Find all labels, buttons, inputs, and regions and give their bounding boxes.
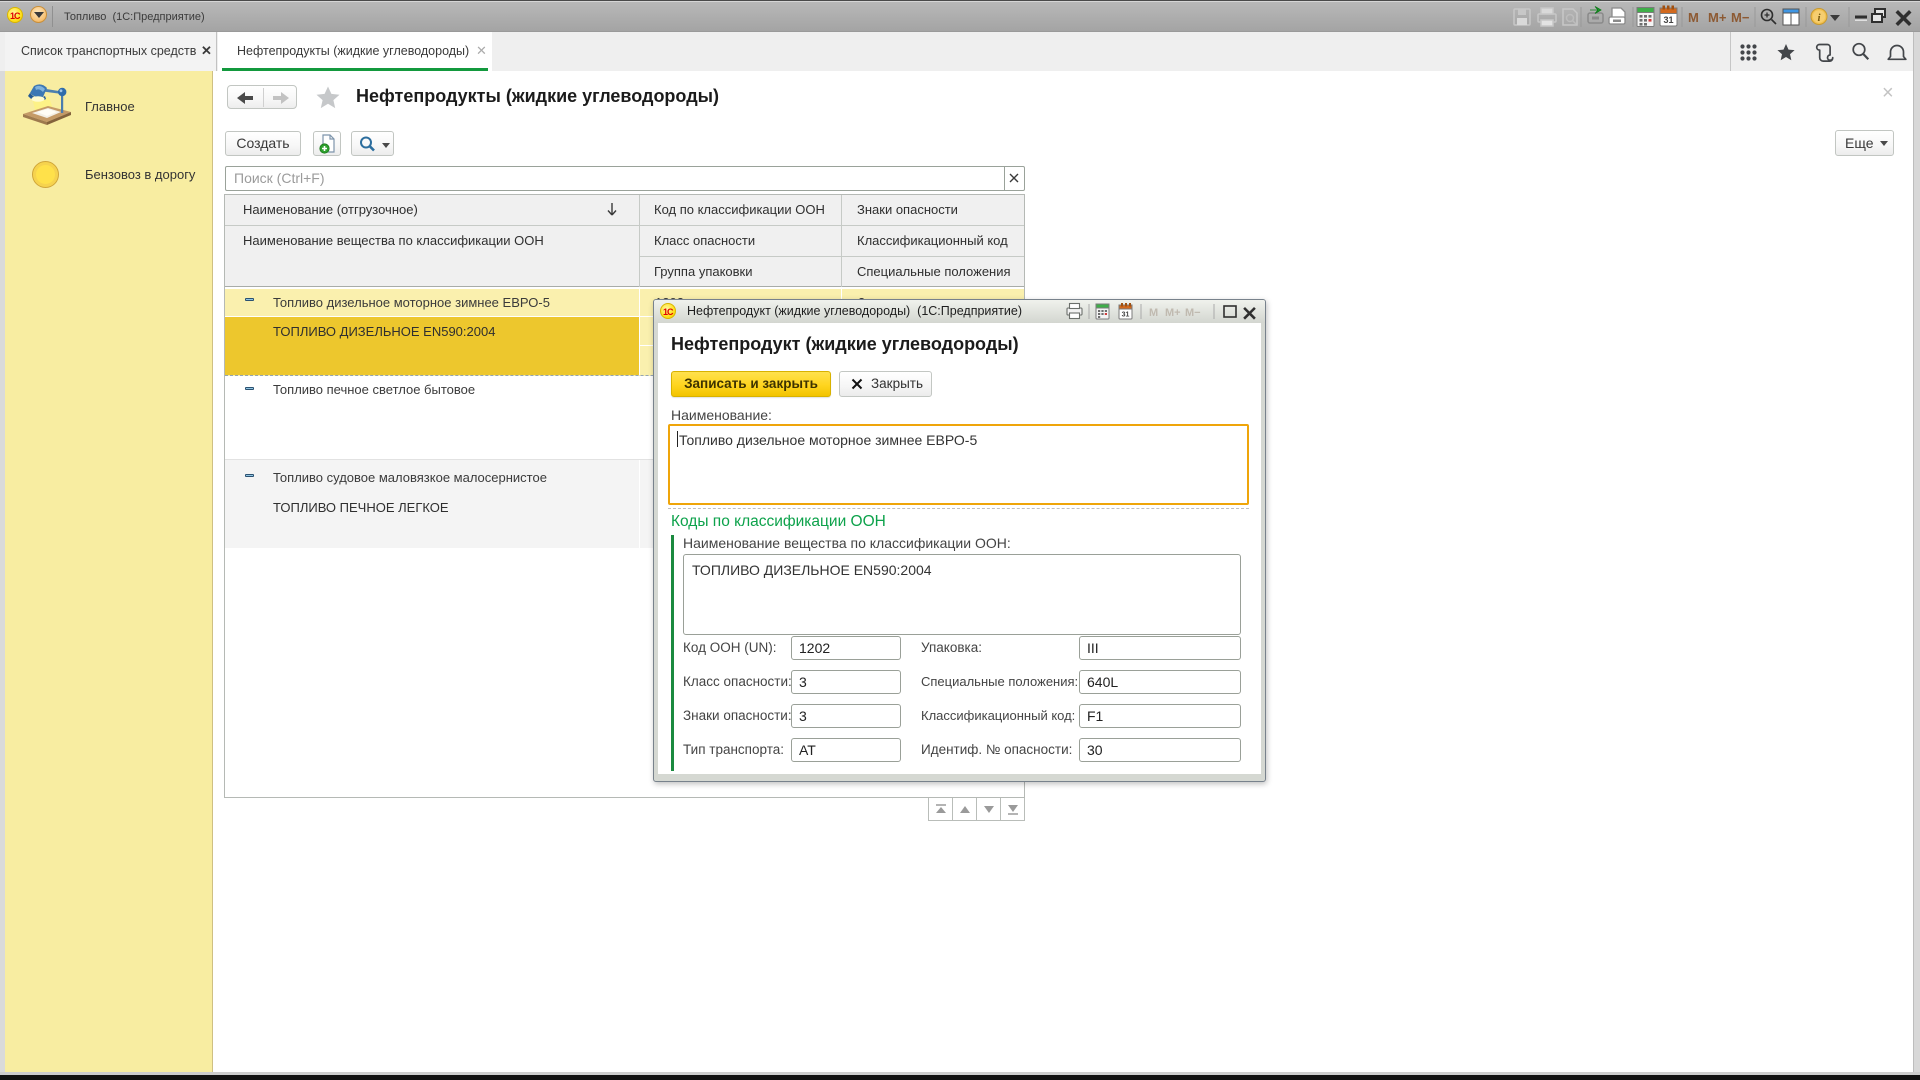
svg-text:M−: M− xyxy=(1731,10,1750,25)
svg-text:31: 31 xyxy=(1663,15,1673,25)
svg-text:31: 31 xyxy=(1122,312,1130,319)
svg-text:M−: M− xyxy=(1185,307,1201,319)
svg-text:M+: M+ xyxy=(1165,307,1181,319)
svg-text:M: M xyxy=(1688,10,1699,25)
svg-text:M: M xyxy=(1149,307,1158,319)
svg-text:M+: M+ xyxy=(1708,10,1727,25)
